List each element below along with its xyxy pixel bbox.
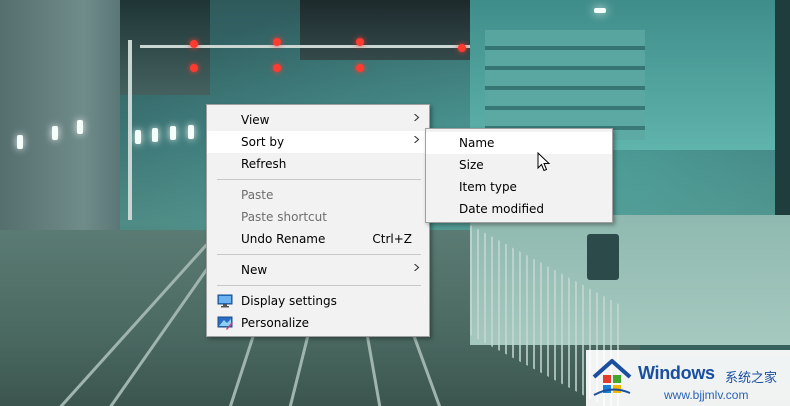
menu-item-label: Size [459,158,484,172]
wallpaper-lamp [52,126,58,140]
menu-item-label: Item type [459,180,517,194]
chevron-right-icon [414,136,420,143]
menu-item-personalize[interactable]: Personalize [207,312,429,334]
wallpaper-signal [190,40,198,48]
menu-item-refresh[interactable]: Refresh [207,153,429,175]
menu-item-display-settings[interactable]: Display settings [207,290,429,312]
watermark-subtitle: 系统之家 [725,371,778,386]
menu-separator [217,179,421,180]
chevron-right-icon [414,264,420,271]
submenu-item-item-type[interactable]: Item type [426,176,612,198]
menu-item-new[interactable]: New [207,259,429,281]
menu-item-view[interactable]: View [207,109,429,131]
menu-item-label: Display settings [241,294,337,308]
wallpaper-lamp [135,130,141,144]
wallpaper-signal [273,38,281,46]
menu-item-label: View [241,113,270,127]
menu-item-paste-shortcut[interactable]: Paste shortcut [207,206,429,228]
wallpaper-lamp [170,126,176,140]
desktop-context-menu: View Sort by Refresh Paste Paste shortcu… [206,104,430,337]
menu-item-undo-rename[interactable]: Undo Rename Ctrl+Z [207,228,429,250]
menu-item-label: Undo Rename [241,232,326,246]
wallpaper-signal [356,64,364,72]
menu-item-label: Date modified [459,202,545,216]
watermark-url: www.bjjmlv.com [664,388,749,402]
wallpaper-street-lamp [594,8,606,13]
menu-item-shortcut: Ctrl+Z [372,232,412,246]
wallpaper-signal [190,64,198,72]
wallpaper-lamp [77,120,83,134]
wallpaper-lamp [152,128,158,142]
wallpaper-pole [128,40,132,220]
display-settings-icon [217,294,233,308]
menu-item-sort-by[interactable]: Sort by [207,131,429,153]
wallpaper-trash-bin [587,234,619,280]
menu-item-label: Refresh [241,157,287,171]
sort-by-submenu: Name Size Item type Date modified [425,128,613,223]
site-watermark: Windows 系统之家 www.bjjmlv.com [586,350,790,406]
menu-item-paste[interactable]: Paste [207,184,429,206]
menu-item-label: Sort by [241,135,285,149]
wallpaper-signal [356,38,364,46]
submenu-item-name[interactable]: Name [426,132,612,154]
mouse-cursor-icon [537,152,551,172]
menu-separator [217,254,421,255]
menu-item-label: Paste [241,188,274,202]
wallpaper-building [300,0,470,60]
menu-item-label: New [241,263,268,277]
wallpaper-lamp [17,135,23,149]
watermark-title: Windows [638,363,715,383]
wallpaper-parking-garage [485,30,645,140]
chevron-right-icon [414,114,420,121]
windows-house-logo-icon [592,359,632,396]
wallpaper-signal [458,44,466,52]
menu-item-label: Personalize [241,316,310,330]
submenu-item-size[interactable]: Size [426,154,612,176]
menu-separator [217,285,421,286]
personalize-icon [217,316,233,330]
menu-item-label: Paste shortcut [241,210,327,224]
submenu-item-date-modified[interactable]: Date modified [426,198,612,220]
wallpaper-signal [273,64,281,72]
wallpaper-lamp [188,125,194,139]
menu-item-label: Name [459,136,495,150]
